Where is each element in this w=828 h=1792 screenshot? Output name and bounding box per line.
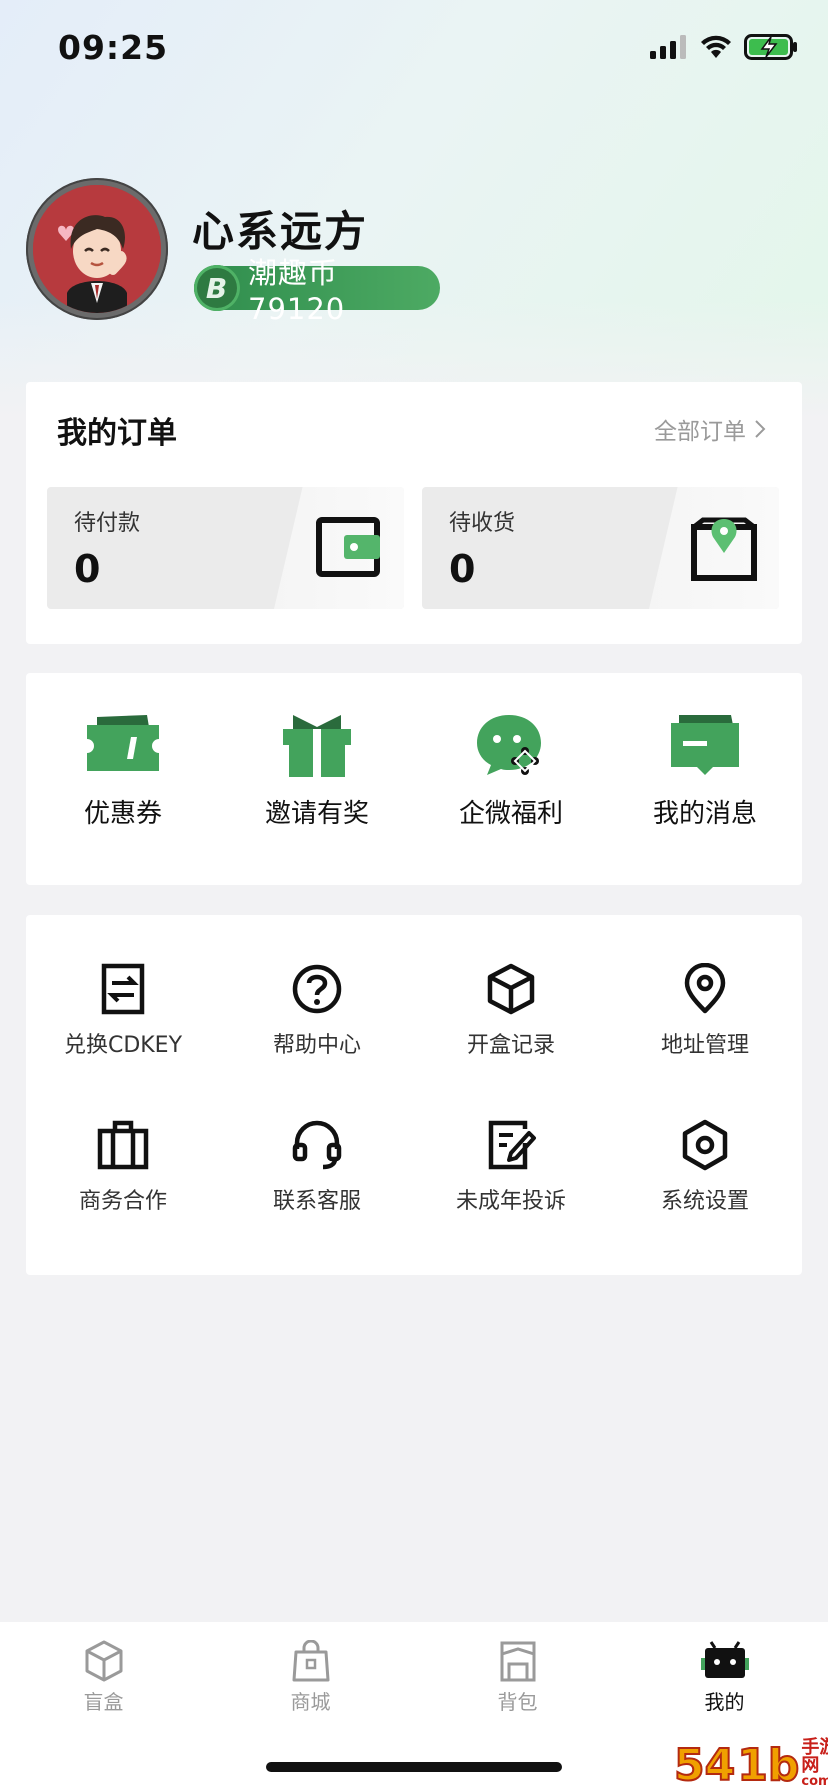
- my-messages-button[interactable]: 我的消息: [608, 713, 802, 830]
- orders-title: 我的订单: [57, 416, 177, 451]
- avatar[interactable]: [26, 178, 168, 320]
- help-center-button[interactable]: 帮助中心: [220, 963, 414, 1059]
- delivery-box-icon: [691, 517, 757, 581]
- tab-blind-box[interactable]: 盲盒: [0, 1640, 207, 1715]
- box-history-button[interactable]: 开盒记录: [414, 963, 608, 1059]
- status-icons: [650, 34, 798, 60]
- customer-service-button[interactable]: 联系客服: [220, 1119, 414, 1215]
- my-messages-label: 我的消息: [652, 799, 757, 829]
- all-orders-link[interactable]: 全部订单: [654, 412, 766, 446]
- gift-icon: [283, 715, 351, 777]
- tab-mine-label: 我的: [704, 1690, 745, 1714]
- location-icon: [684, 963, 726, 1014]
- invite-reward-label: 邀请有奖: [264, 799, 369, 829]
- edit-icon: [488, 1120, 536, 1170]
- help-center-label: 帮助中心: [272, 1033, 361, 1058]
- quick-actions-card: 优惠券 邀请有奖 企微福利 我的消息: [26, 673, 802, 885]
- tab-mine[interactable]: 我的: [621, 1640, 828, 1715]
- pending-payment-label: 待付款: [74, 511, 141, 536]
- signal-icon: [650, 35, 686, 59]
- address-management-button[interactable]: 地址管理: [608, 963, 802, 1059]
- wifi-icon: [701, 35, 731, 58]
- home-indicator: [266, 1762, 562, 1772]
- ticket-icon: [87, 715, 159, 771]
- exchange-icon: [101, 963, 145, 1015]
- address-management-label: 地址管理: [660, 1033, 749, 1058]
- message-icon: [671, 715, 739, 775]
- system-settings-label: 系统设置: [660, 1189, 749, 1214]
- backpack-icon: [500, 1641, 535, 1682]
- help-icon: [292, 964, 342, 1014]
- wecom-benefit-button[interactable]: 企微福利: [414, 713, 608, 830]
- pending-payment-count: 0: [74, 547, 101, 591]
- wecom-benefit-label: 企微福利: [458, 799, 563, 829]
- coupon-label: 优惠券: [83, 799, 162, 829]
- pending-receipt-label: 待收货: [449, 511, 516, 536]
- chevron-right-icon: [755, 420, 766, 438]
- redeem-cdkey-button[interactable]: 兑换CDKEY: [26, 963, 220, 1059]
- tab-blind-box-label: 盲盒: [83, 1690, 124, 1714]
- tab-mall[interactable]: 商城: [207, 1640, 414, 1715]
- coupon-button[interactable]: 优惠券: [26, 713, 220, 830]
- settings-icon: [682, 1119, 728, 1171]
- box-history-label: 开盒记录: [466, 1033, 555, 1058]
- invite-reward-button[interactable]: 邀请有奖: [220, 713, 414, 830]
- tab-backpack-label: 背包: [497, 1690, 538, 1714]
- tools-card: 兑换CDKEY 帮助中心 开盒记录 地址管理 商务合作 联系客服 未成年投诉 系…: [26, 915, 802, 1275]
- system-settings-button[interactable]: 系统设置: [608, 1119, 802, 1215]
- minor-complaint-button[interactable]: 未成年投诉: [414, 1119, 608, 1215]
- minor-complaint-label: 未成年投诉: [455, 1189, 566, 1214]
- customer-service-label: 联系客服: [272, 1189, 361, 1214]
- briefcase-icon: [97, 1120, 149, 1170]
- business-cooperation-button[interactable]: 商务合作: [26, 1119, 220, 1215]
- tab-mall-label: 商城: [290, 1690, 331, 1714]
- all-orders-label: 全部订单: [654, 419, 746, 445]
- cube-icon: [85, 1640, 122, 1682]
- coin-badge-icon: B: [194, 265, 240, 311]
- wecom-icon: [477, 715, 541, 775]
- coin-balance-text: 潮趣币 79120: [248, 256, 346, 326]
- shopping-bag-icon: [292, 1640, 329, 1682]
- battery-charging-icon: [744, 34, 797, 60]
- business-cooperation-label: 商务合作: [78, 1189, 167, 1214]
- pending-receipt-button[interactable]: 待收货 0: [422, 487, 779, 609]
- watermark-logo: 54 1b 手游网 com.cn: [673, 1737, 828, 1791]
- status-bar: 09:25: [0, 0, 828, 100]
- robot-icon: [700, 1641, 749, 1678]
- pending-payment-button[interactable]: 待付款 0: [47, 487, 404, 609]
- wallet-icon: [316, 517, 380, 577]
- status-time: 09:25: [58, 28, 169, 67]
- headset-icon: [292, 1120, 342, 1170]
- coin-balance[interactable]: B 潮趣币 79120: [194, 256, 440, 326]
- tab-backpack[interactable]: 背包: [414, 1640, 621, 1715]
- avatar-image: [33, 185, 161, 313]
- pending-receipt-count: 0: [449, 547, 476, 591]
- orders-card: 我的订单 全部订单 待付款 0 待收货 0: [26, 382, 802, 644]
- box-icon: [487, 963, 535, 1015]
- redeem-cdkey-label: 兑换CDKEY: [63, 1033, 183, 1058]
